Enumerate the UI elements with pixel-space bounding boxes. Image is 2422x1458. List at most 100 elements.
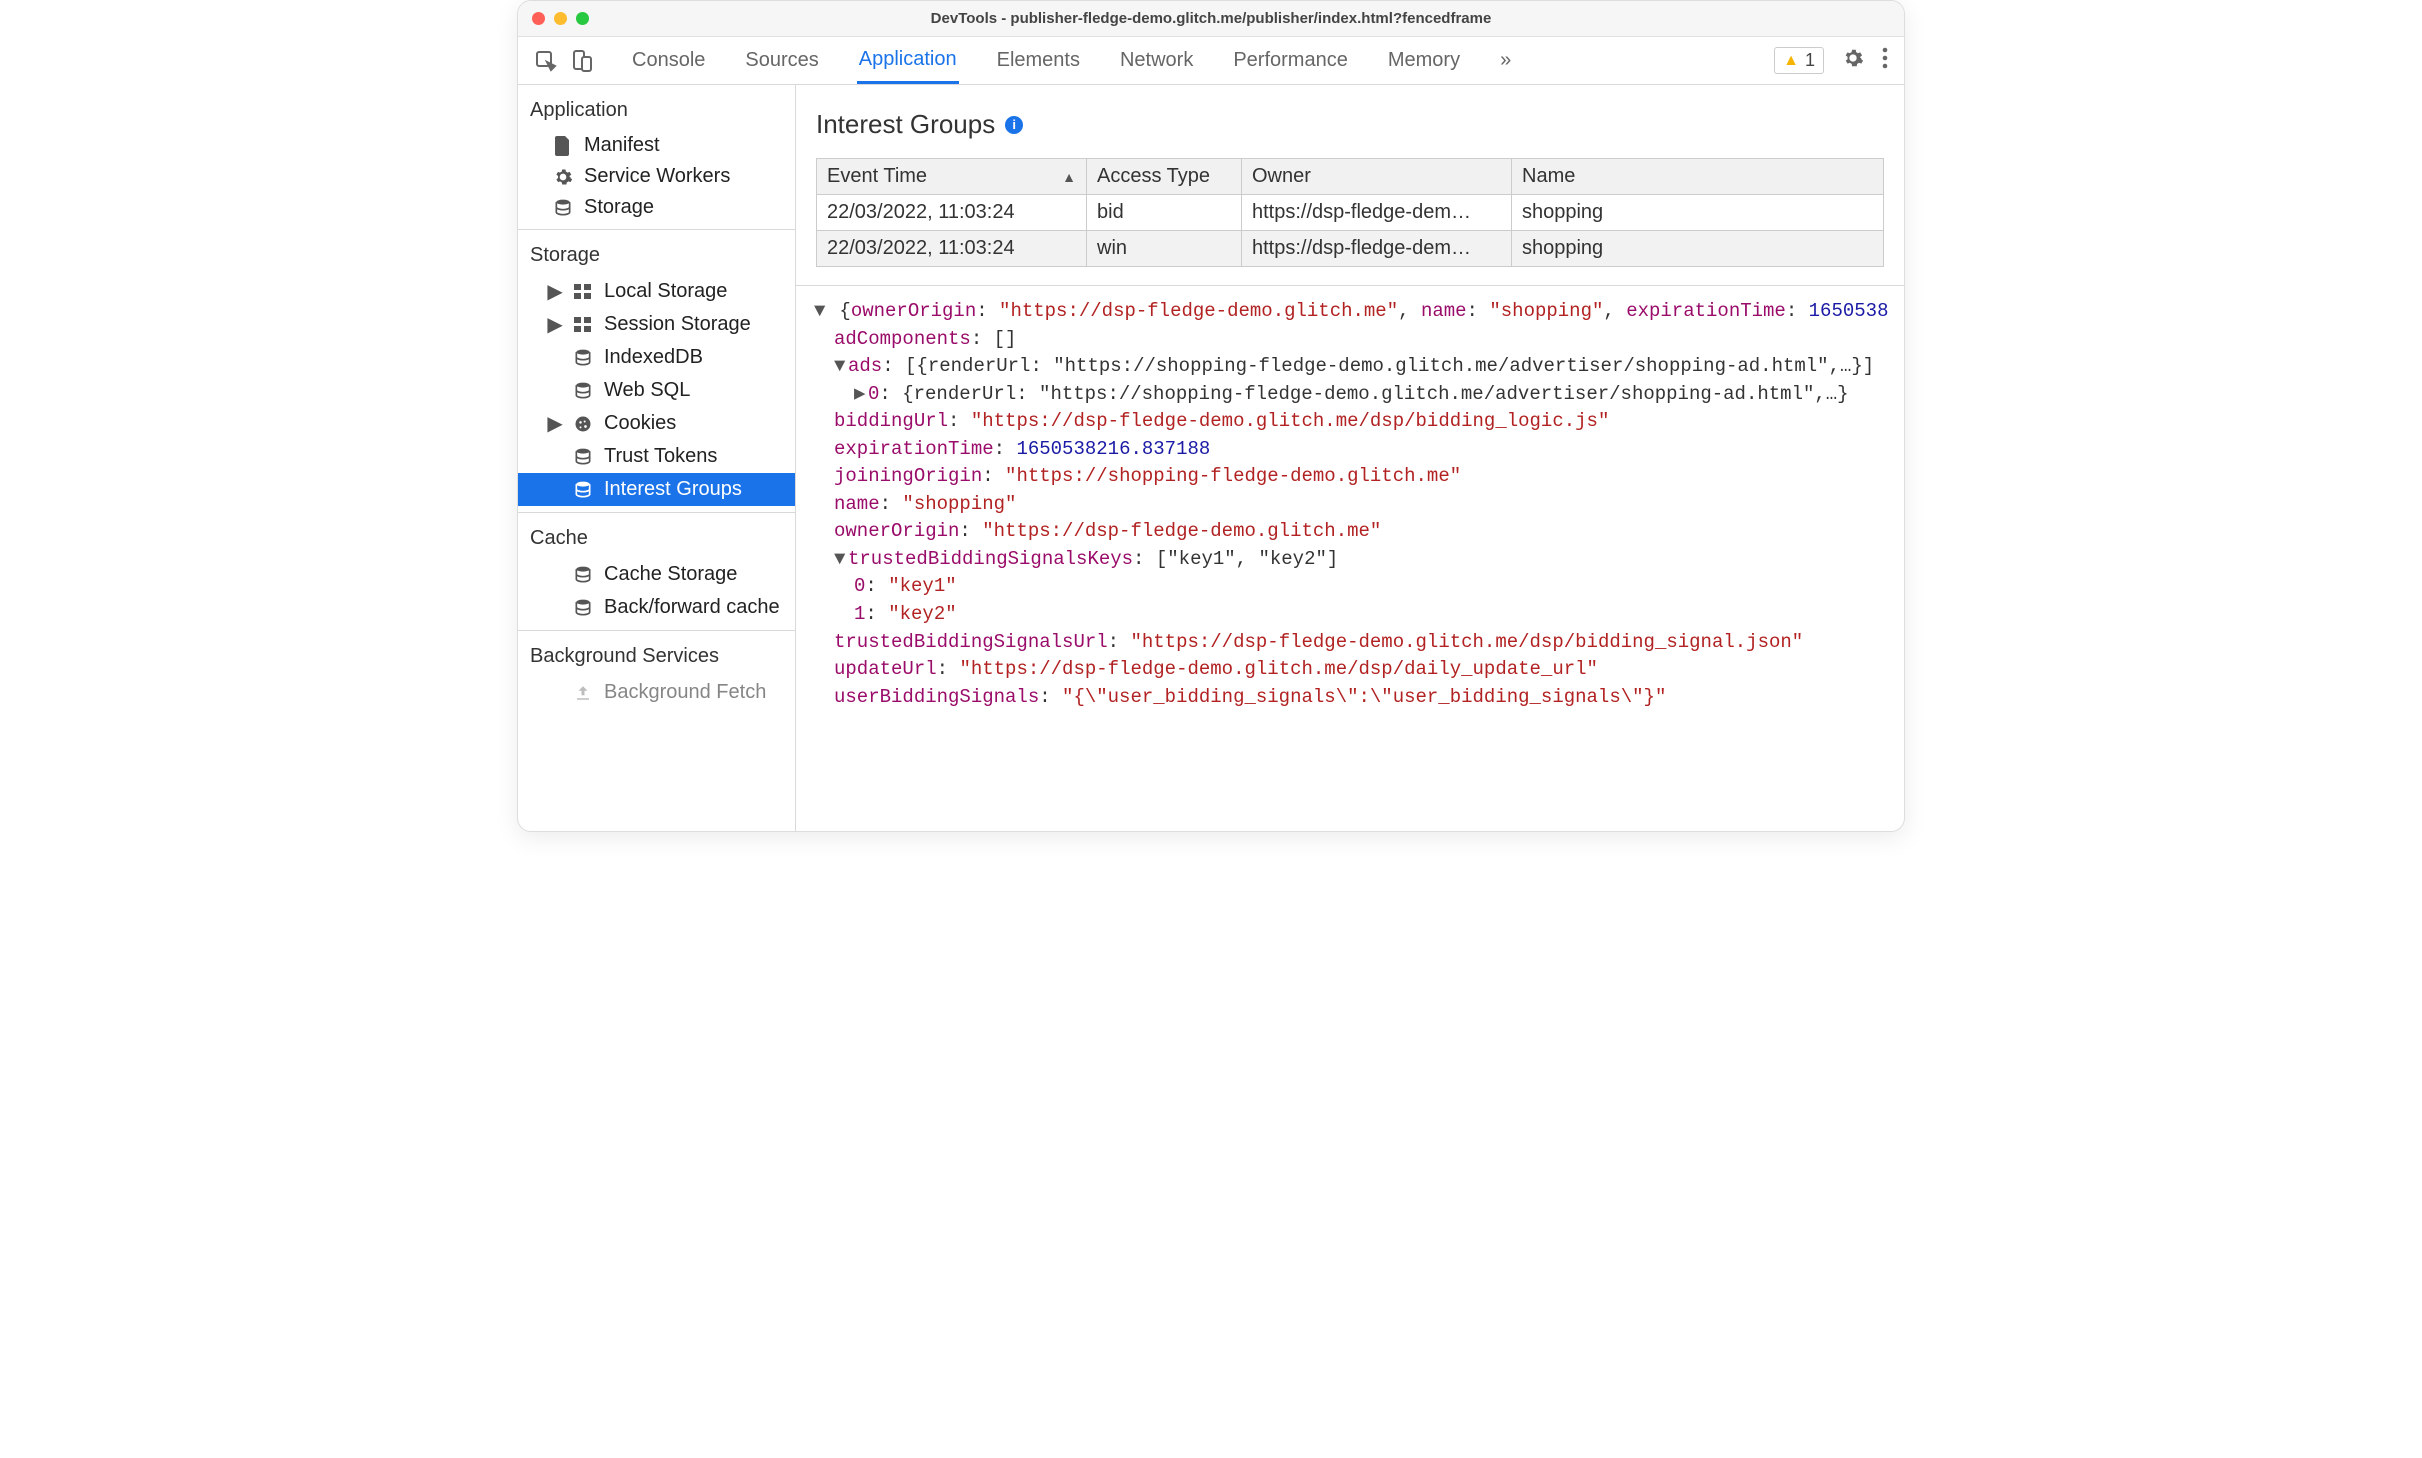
tab-network[interactable]: Network (1118, 39, 1195, 82)
cookie-icon (572, 414, 594, 434)
minimize-window-button[interactable] (554, 12, 567, 25)
tab-performance[interactable]: Performance (1231, 39, 1350, 82)
tree-row[interactable]: userBiddingSignals: "{\"user_bidding_sig… (796, 684, 1904, 712)
maximize-window-button[interactable] (576, 12, 589, 25)
sidebar-item-label: Session Storage (604, 313, 751, 336)
content-split: Application Manifest Service Workers Sto… (518, 85, 1904, 831)
database-icon (552, 198, 574, 218)
tab-elements[interactable]: Elements (995, 39, 1082, 82)
sidebar-item-service-workers[interactable]: Service Workers (518, 161, 795, 192)
tree-row[interactable]: biddingUrl: "https://dsp-fledge-demo.gli… (796, 408, 1904, 436)
sidebar-item-label: Local Storage (604, 280, 727, 303)
expand-icon[interactable]: ▶ (548, 312, 562, 337)
sidebar-item-bfcache[interactable]: ▶ Back/forward cache (518, 591, 795, 624)
traffic-lights (518, 12, 589, 25)
gear-icon (552, 167, 574, 187)
expand-icon[interactable]: ▶ (548, 411, 562, 436)
sidebar-item-web-sql[interactable]: ▶ Web SQL (518, 374, 795, 407)
section-title-cache: Cache (518, 519, 795, 558)
tab-memory[interactable]: Memory (1386, 39, 1462, 82)
sidebar-item-trust-tokens[interactable]: ▶ Trust Tokens (518, 440, 795, 473)
database-icon (572, 381, 594, 401)
tab-application[interactable]: Application (857, 38, 959, 84)
tree-row[interactable]: updateUrl: "https://dsp-fledge-demo.glit… (796, 656, 1904, 684)
more-options-icon[interactable] (1882, 47, 1888, 75)
tree-row[interactable]: ▼trustedBiddingSignalsKeys: ["key1", "ke… (796, 546, 1904, 574)
caret-down-icon[interactable]: ▼ (814, 298, 828, 326)
sidebar-item-label: Manifest (584, 134, 660, 157)
settings-gear-icon[interactable] (1842, 47, 1864, 75)
grid-icon (572, 284, 594, 300)
tree-row[interactable]: ownerOrigin: "https://dsp-fledge-demo.gl… (796, 518, 1904, 546)
sidebar-item-label: Back/forward cache (604, 596, 780, 619)
panel-title: Interest Groups (816, 109, 995, 140)
sidebar-item-label: Background Fetch (604, 681, 766, 704)
tab-console[interactable]: Console (630, 39, 707, 82)
tree-row[interactable]: ▶0: {renderUrl: "https://shopping-fledge… (796, 381, 1904, 409)
sidebar-item-session-storage[interactable]: ▶ Session Storage (518, 308, 795, 341)
tree-row[interactable]: adComponents: [] (796, 326, 1904, 354)
sidebar-item-cache-storage[interactable]: ▶ Cache Storage (518, 558, 795, 591)
tree-row[interactable]: name: "shopping" (796, 491, 1904, 519)
caret-icon[interactable]: ▼ (834, 546, 848, 574)
col-event-time[interactable]: Event Time ▲ (817, 159, 1087, 195)
table-row[interactable]: 22/03/2022, 11:03:24winhttps://dsp-fledg… (817, 231, 1884, 267)
inspect-element-icon[interactable] (534, 49, 558, 73)
expand-icon[interactable]: ▶ (548, 279, 562, 304)
tree-row[interactable]: ▼ads: [{renderUrl: "https://shopping-fle… (796, 353, 1904, 381)
database-icon (572, 348, 594, 368)
sidebar-item-label: IndexedDB (604, 346, 703, 369)
upload-icon (572, 684, 594, 702)
sidebar-item-manifest[interactable]: Manifest (518, 130, 795, 161)
caret-icon[interactable]: ▶ (854, 381, 868, 409)
sidebar-item-background-fetch[interactable]: ▶ Background Fetch (518, 676, 795, 709)
close-window-button[interactable] (532, 12, 545, 25)
sort-asc-icon: ▲ (1062, 169, 1076, 185)
tree-root[interactable]: ▼ {ownerOrigin: "https://dsp-fledge-demo… (796, 298, 1904, 326)
sidebar-item-indexeddb[interactable]: ▶ IndexedDB (518, 341, 795, 374)
sidebar-item-local-storage[interactable]: ▶ Local Storage (518, 275, 795, 308)
caret-icon[interactable]: ▼ (834, 353, 848, 381)
sidebar-item-cookies[interactable]: ▶ Cookies (518, 407, 795, 440)
database-icon (572, 565, 594, 585)
sidebar-item-interest-groups[interactable]: ▶ Interest Groups (518, 473, 795, 506)
sidebar-item-label: Trust Tokens (604, 445, 717, 468)
tree-row[interactable]: 0: "key1" (796, 573, 1904, 601)
tree-row[interactable]: joiningOrigin: "https://shopping-fledge-… (796, 463, 1904, 491)
sidebar-item-storage[interactable]: Storage (518, 192, 795, 223)
database-icon (572, 480, 594, 500)
col-access-type[interactable]: Access Type (1087, 159, 1242, 195)
cell-eventTime: 22/03/2022, 11:03:24 (817, 195, 1087, 231)
section-title-application: Application (518, 91, 795, 130)
col-label: Event Time (827, 165, 927, 187)
tree-row[interactable]: expirationTime: 1650538216.837188 (796, 436, 1904, 464)
warning-icon: ▲ (1783, 52, 1799, 70)
devtools-toolbar: Console Sources Application Elements Net… (518, 37, 1904, 85)
info-icon[interactable]: i (1005, 116, 1023, 134)
device-toolbar-icon[interactable] (570, 49, 594, 73)
file-icon (552, 136, 574, 156)
section-title-bg: Background Services (518, 637, 795, 676)
tree-row[interactable]: 1: "key2" (796, 601, 1904, 629)
sidebar-item-label: Cookies (604, 412, 676, 435)
grid-icon (572, 317, 594, 333)
tab-sources[interactable]: Sources (743, 39, 820, 82)
main-panel: Interest Groups i Event Time ▲ Access Typ… (796, 85, 1904, 831)
cell-owner: https://dsp-fledge-demo.gl… (1242, 195, 1512, 231)
issues-warning-badge[interactable]: ▲ 1 (1774, 47, 1824, 74)
sidebar-item-label: Storage (584, 196, 654, 219)
col-owner[interactable]: Owner (1242, 159, 1512, 195)
sidebar-item-label: Cache Storage (604, 563, 737, 586)
window-titlebar: DevTools - publisher-fledge-demo.glitch.… (518, 1, 1904, 37)
interest-groups-table: Event Time ▲ Access Type Owner Name 22/03… (816, 158, 1884, 267)
tree-row[interactable]: trustedBiddingSignalsUrl: "https://dsp-f… (796, 629, 1904, 657)
application-sidebar: Application Manifest Service Workers Sto… (518, 85, 796, 831)
table-row[interactable]: 22/03/2022, 11:03:24bidhttps://dsp-fledg… (817, 195, 1884, 231)
col-name[interactable]: Name (1512, 159, 1884, 195)
sidebar-item-label: Service Workers (584, 165, 730, 188)
warning-count: 1 (1805, 50, 1815, 71)
window-title: DevTools - publisher-fledge-demo.glitch.… (518, 10, 1904, 27)
tab-more[interactable]: » (1498, 39, 1513, 82)
cell-name: shopping (1512, 195, 1884, 231)
object-detail-tree[interactable]: ▼ {ownerOrigin: "https://dsp-fledge-demo… (796, 285, 1904, 711)
